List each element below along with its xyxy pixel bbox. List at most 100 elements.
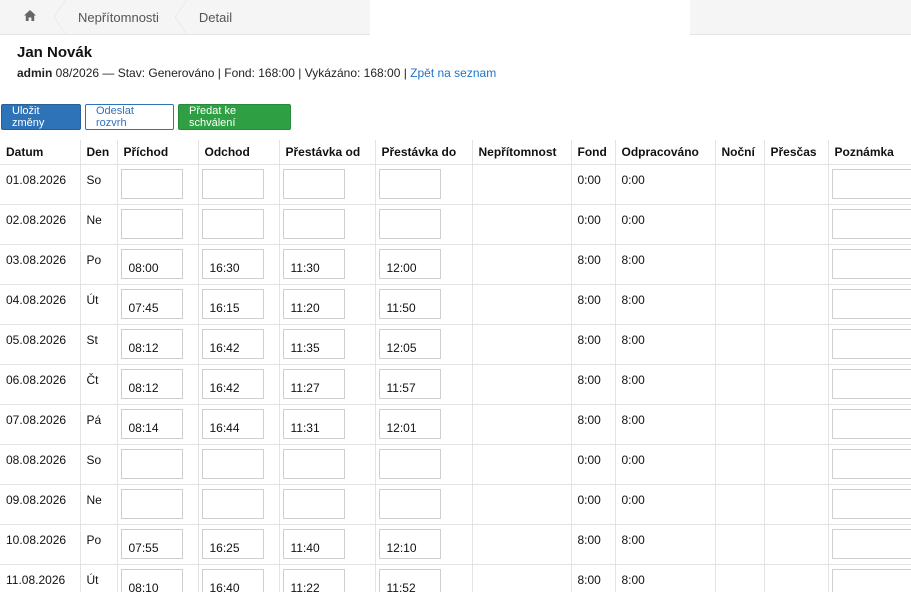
break-to-input[interactable] — [378, 449, 441, 479]
breadcrumb-home[interactable] — [0, 0, 60, 34]
arrival-input[interactable]: 08:14 — [120, 409, 183, 439]
departure-input[interactable]: 16:30 — [201, 249, 264, 279]
time-cell — [375, 204, 473, 245]
time-cell — [198, 164, 280, 205]
worked-cell: 8:00 — [615, 404, 716, 445]
note-input[interactable] — [831, 409, 911, 439]
arrival-input[interactable]: 08:12 — [120, 329, 183, 359]
arrival-input[interactable] — [120, 169, 183, 199]
time-cell — [279, 484, 376, 525]
break-from-input[interactable] — [282, 489, 345, 519]
night-cell — [715, 284, 765, 325]
departure-input[interactable]: 16:25 — [201, 529, 264, 559]
break-from-input[interactable]: 11:30 — [282, 249, 345, 279]
break-from-input[interactable]: 11:20 — [282, 289, 345, 319]
day-cell: So — [80, 444, 118, 485]
break-to-input[interactable]: 12:01 — [378, 409, 441, 439]
note-input[interactable] — [831, 289, 911, 319]
break-from-input[interactable]: 11:22 — [282, 569, 345, 592]
break-to-input[interactable]: 11:50 — [378, 289, 441, 319]
departure-input[interactable] — [201, 449, 264, 479]
night-cell — [715, 404, 765, 445]
break-to-input[interactable] — [378, 489, 441, 519]
arrival-input[interactable]: 08:12 — [120, 369, 183, 399]
send-schedule-button[interactable]: Odeslat rozvrh — [85, 104, 174, 130]
save-button[interactable]: Uložit změny — [1, 104, 81, 130]
fund-cell: 0:00 — [571, 204, 616, 245]
day-cell: Út — [80, 564, 118, 592]
fund-cell: 0:00 — [571, 484, 616, 525]
break-from-input[interactable]: 11:31 — [282, 409, 345, 439]
fund-cell: 0:00 — [571, 164, 616, 205]
note-input[interactable] — [831, 209, 911, 239]
arrival-input[interactable]: 07:45 — [120, 289, 183, 319]
time-cell: 11:50 — [375, 284, 473, 325]
break-to-input[interactable]: 12:05 — [378, 329, 441, 359]
break-to-input[interactable]: 12:00 — [378, 249, 441, 279]
break-from-input[interactable] — [282, 449, 345, 479]
departure-input[interactable]: 16:40 — [201, 569, 264, 592]
table-row: 07.08.2026 Pá 08:14 16:44 11:31 12:01 8:00 8:00 — [0, 404, 911, 445]
column-header: Odpracováno — [615, 140, 716, 165]
time-cell: 16:42 — [198, 324, 280, 365]
arrival-input[interactable] — [120, 209, 183, 239]
note-cell — [828, 564, 911, 592]
note-input[interactable] — [831, 529, 911, 559]
departure-input[interactable]: 16:42 — [201, 369, 264, 399]
submit-approval-button[interactable]: Předat ke schválení — [178, 104, 291, 130]
table-row: 06.08.2026 Čt 08:12 16:42 11:27 11:57 8:00 8:00 — [0, 364, 911, 405]
night-cell — [715, 444, 765, 485]
break-to-input[interactable] — [378, 209, 441, 239]
note-input[interactable] — [831, 329, 911, 359]
night-cell — [715, 524, 765, 565]
night-cell — [715, 564, 765, 592]
departure-input[interactable] — [201, 209, 264, 239]
fund-cell: 8:00 — [571, 324, 616, 365]
note-input[interactable] — [831, 569, 911, 592]
note-input[interactable] — [831, 489, 911, 519]
arrival-input[interactable] — [120, 489, 183, 519]
column-header: Přestávka od — [279, 140, 376, 165]
day-cell: So — [80, 164, 118, 205]
note-input[interactable] — [831, 369, 911, 399]
break-to-input[interactable]: 12:10 — [378, 529, 441, 559]
departure-input[interactable] — [201, 489, 264, 519]
breadcrumb-label: Detail — [198, 9, 233, 25]
fund-cell: 8:00 — [571, 244, 616, 285]
date-cell: 06.08.2026 — [0, 364, 81, 405]
break-from-input[interactable]: 11:40 — [282, 529, 345, 559]
time-cell: 11:31 — [279, 404, 376, 445]
time-cell: 08:12 — [117, 324, 199, 365]
arrival-input[interactable]: 07:55 — [120, 529, 183, 559]
note-input[interactable] — [831, 249, 911, 279]
table-row: 11.08.2026 Út 08:10 16:40 11:22 11:52 8:00 8:00 — [0, 564, 911, 592]
column-header: Přestávka do — [375, 140, 473, 165]
worked-cell: 0:00 — [615, 484, 716, 525]
break-from-input[interactable] — [282, 209, 345, 239]
break-from-input[interactable] — [282, 169, 345, 199]
breadcrumb-item-absences[interactable]: Nepřítomnosti — [54, 0, 181, 34]
date-cell: 09.08.2026 — [0, 484, 81, 525]
departure-input[interactable]: 16:42 — [201, 329, 264, 359]
break-to-input[interactable]: 11:52 — [378, 569, 441, 592]
date-cell: 10.08.2026 — [0, 524, 81, 565]
departure-input[interactable]: 16:15 — [201, 289, 264, 319]
departure-input[interactable]: 16:44 — [201, 409, 264, 439]
arrival-input[interactable] — [120, 449, 183, 479]
break-from-input[interactable]: 11:27 — [282, 369, 345, 399]
break-to-input[interactable]: 11:57 — [378, 369, 441, 399]
break-to-input[interactable] — [378, 169, 441, 199]
date-cell: 01.08.2026 — [0, 164, 81, 205]
back-to-list-link[interactable]: Zpět na seznam — [410, 66, 496, 80]
arrival-input[interactable]: 08:00 — [120, 249, 183, 279]
time-cell: 11:30 — [279, 244, 376, 285]
time-cell — [375, 484, 473, 525]
night-cell — [715, 204, 765, 245]
break-from-input[interactable]: 11:35 — [282, 329, 345, 359]
time-cell: 11:52 — [375, 564, 473, 592]
note-input[interactable] — [831, 449, 911, 479]
arrival-input[interactable]: 08:10 — [120, 569, 183, 592]
table-row: 02.08.2026 Ne 0:00 0:00 — [0, 204, 911, 245]
note-input[interactable] — [831, 169, 911, 199]
departure-input[interactable] — [201, 169, 264, 199]
